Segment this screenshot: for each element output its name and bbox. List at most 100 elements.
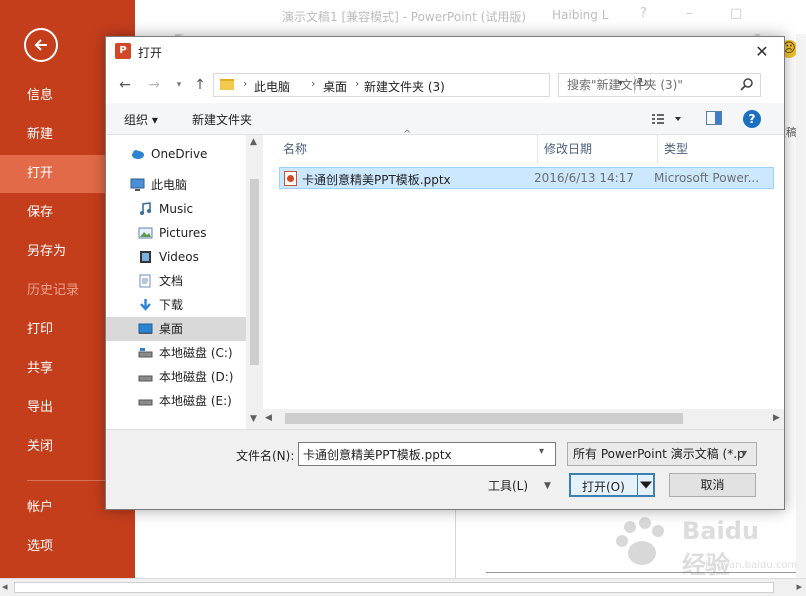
- breadcrumb-chevron-icon[interactable]: ›: [311, 77, 315, 90]
- dialog-titlebar: P 打开 ✕: [106, 37, 784, 67]
- column-header-date[interactable]: 修改日期: [537, 135, 657, 163]
- open-file-dialog: P 打开 ✕ ← → ▾ ↑ › 此电脑 › 桌面 › 新建文件夹 (3) ▾ …: [105, 36, 785, 510]
- nav-options[interactable]: 选项: [0, 528, 135, 566]
- computer-icon: [130, 178, 145, 191]
- file-row[interactable]: 卡通创意精美PPT模板.pptx 2016/6/13 14:17 Microso…: [279, 167, 774, 189]
- paw-logo-icon: [616, 517, 664, 565]
- nav-divider: [27, 480, 111, 481]
- tree-item-desktop[interactable]: 桌面: [106, 317, 246, 341]
- tree-item-documents[interactable]: 文档: [106, 269, 246, 293]
- window-title: 演示文稿1 [兼容模式] - PowerPoint (试用版): [282, 10, 527, 24]
- filename-input[interactable]: [299, 443, 535, 465]
- recent-locations-chevron-icon[interactable]: ▾: [169, 75, 189, 95]
- account-name[interactable]: Haibing L: [552, 8, 608, 22]
- tree-item-downloads[interactable]: 下载: [106, 293, 246, 317]
- address-bar[interactable]: › 此电脑 › 桌面 › 新建文件夹 (3) ▾ ↻: [213, 73, 648, 97]
- filename-label: 文件名(N):: [236, 449, 295, 463]
- back-button[interactable]: [24, 28, 58, 62]
- filetype-value: 所有 PowerPoint 演示文稿 (*.p: [573, 447, 745, 461]
- search-box[interactable]: [558, 73, 761, 97]
- search-icon[interactable]: [739, 77, 755, 93]
- minimize-icon[interactable]: –: [686, 6, 693, 21]
- scroll-right-arrow-icon[interactable]: ▶: [773, 413, 780, 423]
- tree-item-music[interactable]: Music: [106, 197, 246, 221]
- cancel-button[interactable]: 取消: [669, 473, 756, 497]
- scroll-thumb[interactable]: [14, 582, 774, 593]
- scroll-left-arrow-icon[interactable]: ◀: [265, 413, 272, 423]
- back-arrow-icon: [34, 39, 47, 51]
- tree-item-label: Videos: [159, 250, 199, 264]
- scroll-up-arrow-icon[interactable]: ▲: [250, 137, 257, 147]
- tree-item-label: 此电脑: [151, 178, 188, 192]
- preview-pane-icon[interactable]: [706, 111, 722, 125]
- tree-item-videos[interactable]: Videos: [106, 245, 246, 269]
- watermark-url: jingyan.baidu.com: [705, 560, 798, 571]
- navigation-scrollbar[interactable]: ▲ ▼: [246, 135, 263, 429]
- column-header-name[interactable]: 名称: [263, 135, 537, 163]
- filename-combobox[interactable]: ▾: [298, 442, 556, 466]
- breadcrumb-chevron-icon[interactable]: ›: [243, 77, 247, 90]
- cloud-icon: [132, 150, 144, 159]
- restore-icon[interactable]: □: [730, 6, 742, 21]
- up-arrow-icon[interactable]: ↑: [190, 75, 210, 95]
- baidu-watermark: Baidu 经验 jingyan.baidu.com: [612, 515, 797, 579]
- desktop-icon: [138, 323, 153, 334]
- breadcrumb-desktop[interactable]: 桌面: [323, 78, 347, 95]
- dialog-footer: 文件名(N): ▾ 所有 PowerPoint 演示文稿 (*.p ▾ 工具(L…: [106, 429, 784, 509]
- breadcrumb-current-folder[interactable]: 新建文件夹 (3): [364, 78, 445, 95]
- drive-icon: [138, 375, 153, 382]
- chevron-down-icon: ▼: [544, 481, 551, 491]
- search-input[interactable]: [559, 74, 739, 96]
- change-view-icon[interactable]: [651, 111, 685, 127]
- main-vertical-scrollbar[interactable]: [796, 34, 806, 578]
- column-header-type[interactable]: 类型: [657, 135, 784, 163]
- music-icon: [140, 202, 151, 215]
- help-icon[interactable]: ?: [743, 110, 761, 128]
- chevron-down-icon: [640, 481, 652, 489]
- filetype-select[interactable]: 所有 PowerPoint 演示文稿 (*.p ▾: [567, 442, 757, 466]
- tree-item-drive-c[interactable]: 本地磁盘 (C:): [106, 341, 246, 365]
- file-type: Microsoft Power...: [654, 171, 760, 185]
- open-button-label: 打开(O): [582, 480, 625, 494]
- tree-item-label: 本地磁盘 (D:): [159, 370, 234, 384]
- tree-item-label: 本地磁盘 (E:): [159, 394, 232, 408]
- scroll-thumb[interactable]: [285, 413, 683, 424]
- tree-item-label: Pictures: [159, 226, 207, 240]
- help-icon[interactable]: ?: [640, 6, 647, 21]
- breadcrumb-this-pc[interactable]: 此电脑: [254, 78, 290, 95]
- chevron-down-icon[interactable]: ▾: [539, 446, 544, 457]
- new-folder-button[interactable]: 新建文件夹: [192, 111, 252, 128]
- drive-icon: [138, 399, 153, 406]
- back-arrow-icon[interactable]: ←: [115, 75, 135, 95]
- tree-item-onedrive[interactable]: OneDrive: [106, 142, 246, 166]
- videos-icon: [140, 251, 151, 263]
- scroll-thumb[interactable]: [250, 179, 259, 365]
- main-horizontal-scrollbar[interactable]: ◂ ▸: [0, 578, 806, 596]
- tree-item-label: 本地磁盘 (C:): [159, 346, 233, 360]
- open-options-dropdown[interactable]: [637, 475, 653, 495]
- breadcrumb-chevron-icon[interactable]: ›: [355, 77, 359, 90]
- close-icon[interactable]: ✕: [746, 40, 778, 64]
- scroll-down-arrow-icon[interactable]: ▼: [250, 414, 257, 424]
- file-list-scrollbar[interactable]: ◀ ▶: [263, 409, 784, 429]
- chevron-down-icon[interactable]: ▾: [742, 443, 747, 465]
- tree-item-pictures[interactable]: Pictures: [106, 221, 246, 245]
- organize-button[interactable]: 组织 ▾: [124, 111, 158, 128]
- tree-item-this-pc[interactable]: 此电脑: [106, 173, 246, 197]
- scroll-right-arrow-icon[interactable]: ▸: [796, 580, 802, 593]
- tree-item-drive-d[interactable]: 本地磁盘 (D:): [106, 365, 246, 389]
- tree-item-drive-e[interactable]: 本地磁盘 (E:): [106, 389, 246, 413]
- tools-label: 工具(L): [488, 479, 529, 493]
- open-button[interactable]: 打开(O): [569, 473, 655, 497]
- background-divider: [455, 510, 456, 580]
- tree-item-label: OneDrive: [151, 147, 208, 161]
- dialog-title: 打开: [138, 46, 163, 60]
- pptx-file-icon: [284, 171, 297, 186]
- powerpoint-app-icon: P: [115, 43, 131, 59]
- tree-item-label: 桌面: [159, 322, 184, 336]
- scroll-left-arrow-icon[interactable]: ◂: [2, 580, 8, 593]
- dialog-toolbar: 组织 ▾ 新建文件夹 ?: [106, 103, 784, 135]
- forward-arrow-icon[interactable]: →: [144, 75, 164, 95]
- tools-button[interactable]: 工具(L) ▼: [478, 474, 560, 498]
- tree-item-label: 下载: [159, 298, 184, 312]
